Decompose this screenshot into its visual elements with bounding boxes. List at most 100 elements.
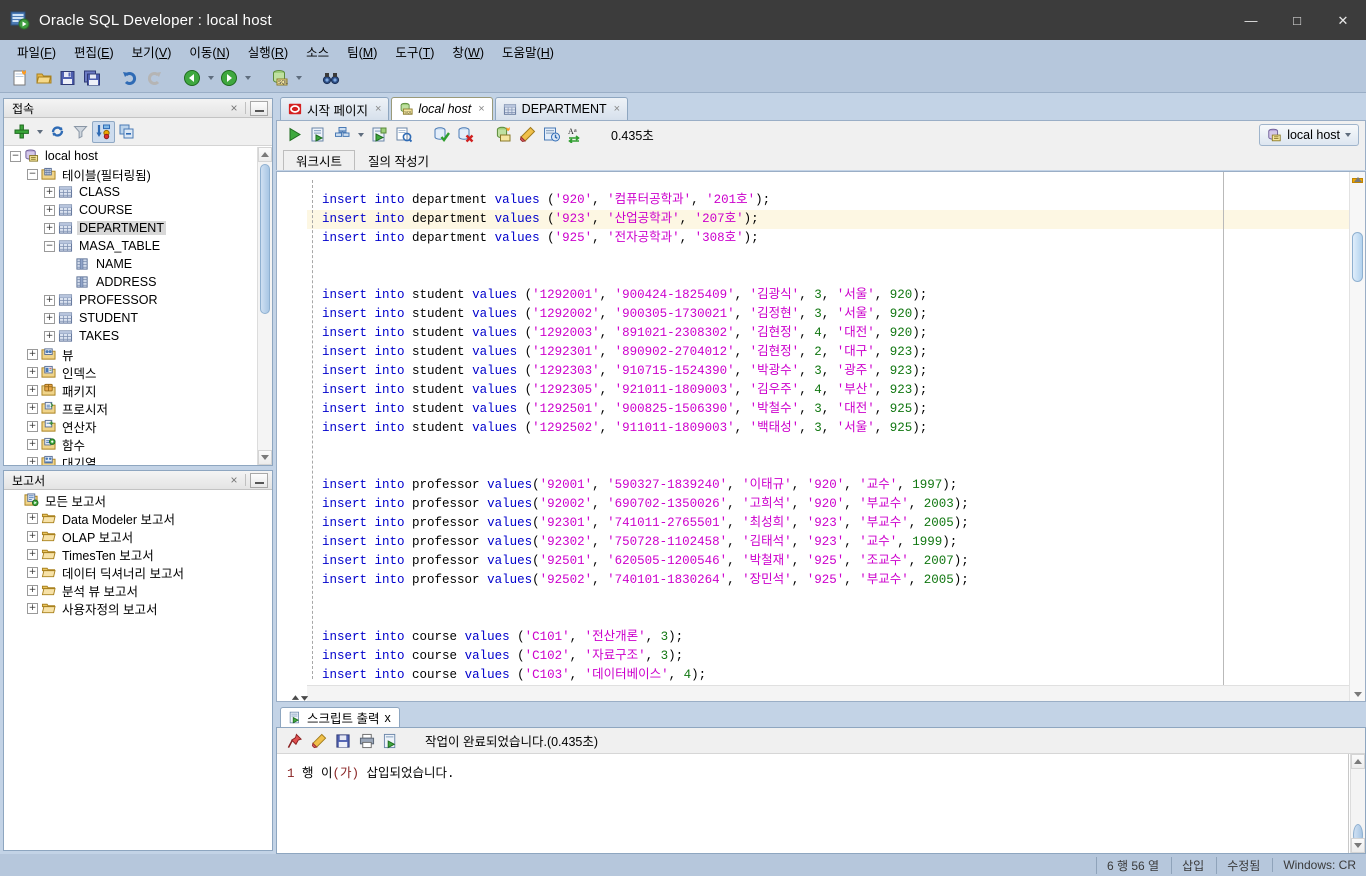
add-connection-icon[interactable] (10, 121, 33, 143)
code-line-25[interactable]: insert into course values ('C102', '자료구조… (307, 647, 1349, 666)
expand-toggle-icon[interactable]: + (27, 403, 38, 414)
find-icon[interactable] (319, 67, 343, 90)
back-dropdown-arrow[interactable] (204, 67, 217, 90)
code-line-10[interactable]: insert into student values ('1292303', '… (307, 362, 1349, 381)
editor-tab-close-icon[interactable]: × (476, 103, 484, 115)
expand-toggle-icon[interactable]: + (27, 549, 38, 560)
code-line-12[interactable]: insert into student values ('1292501', '… (307, 400, 1349, 419)
collapse-all-icon[interactable] (115, 121, 138, 143)
editor-scroll-down-arrow[interactable] (1350, 687, 1365, 701)
expand-toggle-icon[interactable]: + (44, 331, 55, 342)
code-line-0[interactable] (307, 172, 1349, 191)
connections-node-연산자[interactable]: +연산자 (4, 417, 272, 435)
filter-icon[interactable] (69, 121, 92, 143)
code-line-3[interactable]: insert into department values ('925', '전… (307, 229, 1349, 248)
expand-toggle-icon[interactable]: + (27, 567, 38, 578)
refresh-icon[interactable] (46, 121, 69, 143)
connections-node-COURSE[interactable]: +COURSE (4, 201, 272, 219)
reports-close-icon[interactable]: × (227, 473, 241, 487)
panel-collapse-arrows[interactable] (290, 693, 310, 704)
code-line-26[interactable]: insert into course values ('C103', '데이터베… (307, 666, 1349, 685)
editor-code-area[interactable]: insert into department values ('920', '컴… (307, 172, 1349, 685)
connections-node-패키지[interactable]: +패키지 (4, 381, 272, 399)
pin-icon[interactable] (283, 729, 307, 752)
save-all-icon[interactable] (80, 67, 104, 90)
save-icon[interactable] (56, 67, 80, 90)
reports-node-OLAP 보고서[interactable]: +OLAP 보고서 (4, 527, 272, 545)
reports-node-사용자정의 보고서[interactable]: +사용자정의 보고서 (4, 599, 272, 617)
menu-item-8[interactable]: 창(W) (443, 40, 493, 63)
worksheet-tab-0[interactable]: 워크시트 (283, 150, 355, 170)
code-line-21[interactable]: insert into professor values('92502', '7… (307, 571, 1349, 590)
output-scroll-up-arrow[interactable] (1351, 754, 1365, 769)
collapse-toggle-icon[interactable]: − (10, 151, 21, 162)
connections-node-프로시저[interactable]: +프로시저 (4, 399, 272, 417)
run-output-icon[interactable] (379, 729, 403, 752)
menu-item-9[interactable]: 도움말(H) (493, 40, 563, 63)
code-line-1[interactable]: insert into department values ('920', '컴… (307, 191, 1349, 210)
menu-item-0[interactable]: 파일(F) (8, 40, 65, 63)
code-line-6[interactable]: insert into student values ('1292001', '… (307, 286, 1349, 305)
connections-node-뷰[interactable]: +뷰 (4, 345, 272, 363)
reports-tree[interactable]: 모든 보고서+Data Modeler 보고서+OLAP 보고서+TimesTe… (4, 491, 272, 850)
new-connection-icon[interactable]: SQL (268, 67, 292, 90)
print-output-icon[interactable] (355, 729, 379, 752)
explain-plan-dropdown-arrow[interactable] (354, 123, 367, 146)
tab-script-output[interactable]: 스크립트 출력 x (280, 707, 400, 727)
add-connection-dropdown-arrow[interactable] (33, 120, 46, 143)
expand-toggle-icon[interactable]: + (44, 223, 55, 234)
code-line-2[interactable]: insert into department values ('923', '산… (307, 210, 1349, 229)
code-line-13[interactable]: insert into student values ('1292502', '… (307, 419, 1349, 438)
connections-node-인덱스[interactable]: +인덱스 (4, 363, 272, 381)
connections-node-local host[interactable]: −local host (4, 147, 272, 165)
back-icon[interactable] (180, 67, 204, 90)
code-line-22[interactable] (307, 590, 1349, 609)
commit-icon[interactable] (429, 123, 453, 146)
menu-item-5[interactable]: 소스 (297, 40, 338, 63)
reports-node-데이터 딕셔너리 보고서[interactable]: +데이터 딕셔너리 보고서 (4, 563, 272, 581)
reports-node-분석 뷰 보고서[interactable]: +분석 뷰 보고서 (4, 581, 272, 599)
sql-history-icon[interactable] (391, 123, 415, 146)
code-line-15[interactable] (307, 457, 1349, 476)
code-line-19[interactable]: insert into professor values('92302', '7… (307, 533, 1349, 552)
editor-tab-close-icon[interactable]: × (373, 103, 381, 115)
connections-node-테이블(필터링됨)[interactable]: −테이블(필터링됨) (4, 165, 272, 183)
code-line-11[interactable]: insert into student values ('1292305', '… (307, 381, 1349, 400)
explain-plan-icon[interactable] (330, 123, 354, 146)
forward-dropdown-arrow[interactable] (241, 67, 254, 90)
connections-node-NAME[interactable]: NAME (4, 255, 272, 273)
code-line-17[interactable]: insert into professor values('92002', '6… (307, 495, 1349, 514)
expand-toggle-icon[interactable]: + (27, 457, 38, 466)
editor-vertical-scrollbar[interactable] (1349, 172, 1365, 701)
expand-toggle-icon[interactable]: + (27, 585, 38, 596)
connections-scrollbar[interactable] (257, 147, 272, 465)
open-folder-icon[interactable] (32, 67, 56, 90)
close-button[interactable]: ✕ (1320, 0, 1366, 40)
output-scroll-down-arrow[interactable] (1351, 838, 1365, 853)
expand-toggle-icon[interactable]: + (27, 603, 38, 614)
maximize-button[interactable]: □ (1274, 0, 1320, 40)
connections-tree[interactable]: −local host−테이블(필터링됨)+CLASS+COURSE+DEPAR… (4, 147, 272, 465)
code-line-9[interactable]: insert into student values ('1292301', '… (307, 343, 1349, 362)
editor-tab-1[interactable]: SQLlocal host× (391, 97, 492, 120)
editor-scroll-thumb[interactable] (1352, 232, 1363, 282)
output-scrollbar[interactable] (1350, 754, 1365, 853)
code-line-5[interactable] (307, 267, 1349, 286)
sql-editor[interactable]: insert into department values ('920', '컴… (276, 171, 1366, 702)
undo-icon[interactable] (118, 67, 142, 90)
clear-output-icon[interactable] (307, 729, 331, 752)
expand-toggle-icon[interactable]: + (27, 513, 38, 524)
expand-toggle-icon[interactable]: + (27, 367, 38, 378)
autotrace-icon[interactable] (367, 123, 391, 146)
connection-dropdown-arrow[interactable] (1345, 133, 1351, 137)
run-script-icon[interactable] (306, 123, 330, 146)
script-output-close-icon[interactable]: x (384, 711, 390, 725)
code-line-14[interactable] (307, 438, 1349, 457)
code-line-7[interactable]: insert into student values ('1292002', '… (307, 305, 1349, 324)
expand-toggle-icon[interactable]: + (44, 205, 55, 216)
connections-node-CLASS[interactable]: +CLASS (4, 183, 272, 201)
run-statement-icon[interactable] (282, 123, 306, 146)
menu-item-7[interactable]: 도구(T) (386, 40, 443, 63)
reports-node-Data Modeler 보고서[interactable]: +Data Modeler 보고서 (4, 509, 272, 527)
menu-item-1[interactable]: 편집(E) (65, 40, 123, 63)
